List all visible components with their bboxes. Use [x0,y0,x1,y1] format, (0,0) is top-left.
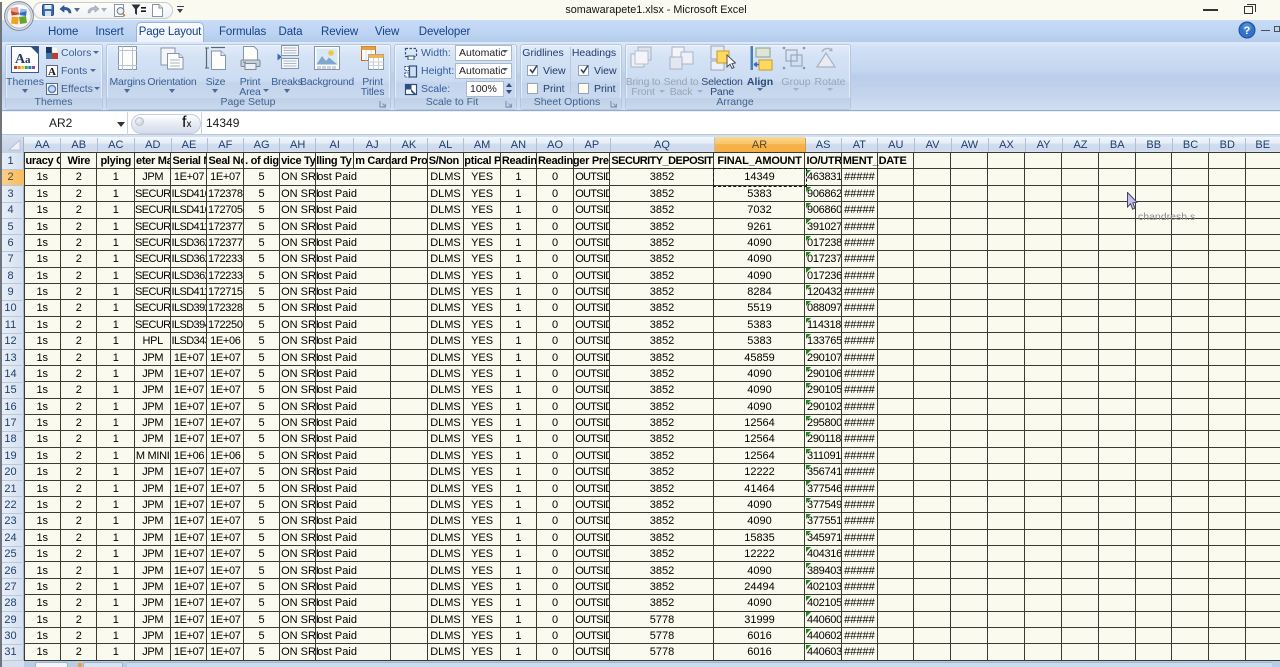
svg-text:?: ? [1244,25,1251,37]
svg-text:a: a [25,54,31,66]
svg-text:A: A [48,66,56,77]
